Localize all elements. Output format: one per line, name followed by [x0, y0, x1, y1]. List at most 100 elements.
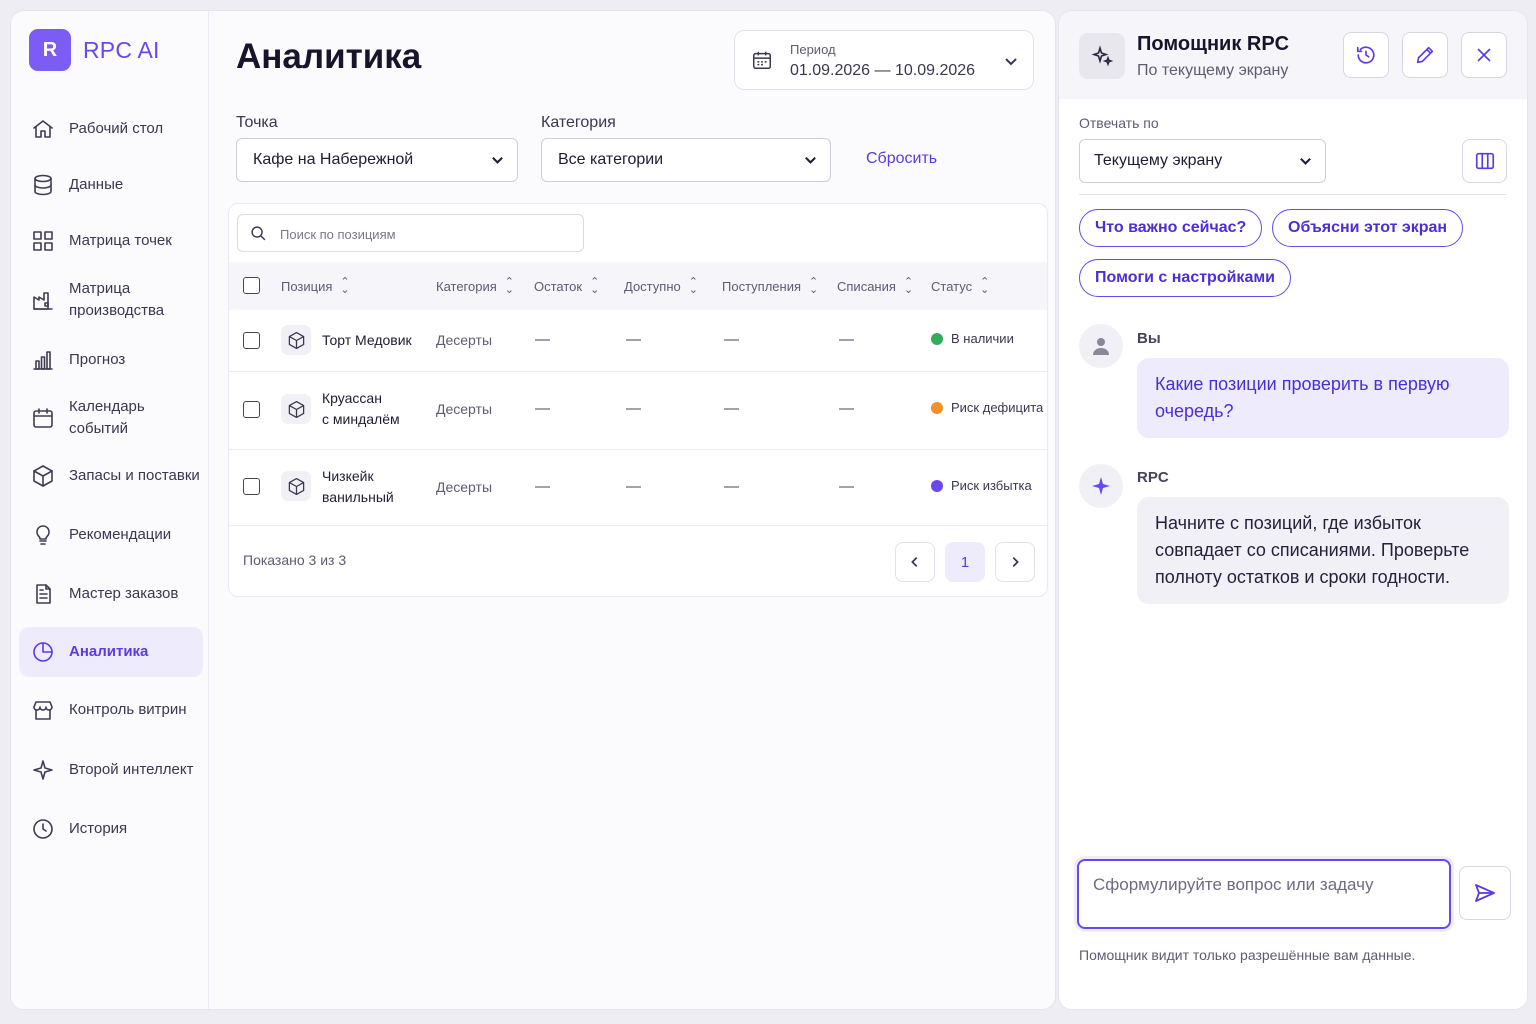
- close-button[interactable]: [1461, 32, 1507, 78]
- logo[interactable]: R RPC AI: [29, 29, 160, 71]
- sidebar-item-label: Рабочий стол: [69, 120, 164, 137]
- chevron-down-icon: [805, 156, 816, 164]
- writeoffs-value: —: [839, 478, 854, 495]
- close-icon: [1477, 48, 1491, 62]
- sidebar-item-analytics[interactable]: Аналитика: [19, 627, 203, 677]
- sidebar-item-points-matrix[interactable]: Матрица точек: [19, 213, 203, 269]
- period-value: 01.09.2026 — 10.09.2026: [790, 62, 976, 79]
- quick-prompt-chip[interactable]: Объясни этот экран: [1272, 209, 1464, 247]
- status-badge: Риск дефицита: [931, 400, 1043, 415]
- sort-icon: ⌃ ⌄: [504, 276, 514, 296]
- answer-by-select[interactable]: Текущему экрану: [1079, 139, 1326, 183]
- status-dot: [931, 401, 943, 414]
- status-badge: Риск избытка: [931, 478, 1032, 493]
- column-header-label: Позиция: [281, 278, 333, 294]
- select-all-checkbox[interactable]: [243, 277, 260, 294]
- reset-filters-link[interactable]: Сбросить: [866, 150, 937, 168]
- sidebar-item-production-matrix[interactable]: Матрица производства: [19, 269, 203, 331]
- search-box[interactable]: [237, 214, 584, 252]
- divider: [1079, 194, 1507, 195]
- position-name-line: Чизкейк: [322, 468, 374, 484]
- app-root: R RPC AI Рабочий стол Данные Матрица точ…: [10, 10, 1528, 1012]
- prompt-input[interactable]: [1093, 875, 1433, 919]
- sidebar-item-label: Аналитика: [69, 643, 149, 660]
- prompt-input-box[interactable]: [1077, 859, 1451, 929]
- sidebar-item-order-wizard[interactable]: Мастер заказов: [19, 565, 203, 623]
- sidebar-item-events-calendar[interactable]: Календарь событий: [19, 389, 203, 447]
- point-select[interactable]: Кафе на Набережной: [236, 138, 518, 182]
- column-header-category[interactable]: Категория ⌃ ⌄: [436, 276, 514, 296]
- prev-page-button[interactable]: [895, 542, 935, 582]
- available-value: —: [626, 331, 641, 348]
- period-picker[interactable]: Период 01.09.2026 — 10.09.2026: [734, 30, 1034, 90]
- position-name: Круассан с миндалём: [322, 388, 400, 430]
- position-category: Десерты: [436, 332, 493, 348]
- sidebar-item-label: Контроль витрин: [69, 701, 187, 718]
- point-select-value: Кафе на Набережной: [253, 151, 414, 168]
- category-select[interactable]: Все категории: [541, 138, 831, 182]
- product-box-icon: [281, 471, 311, 501]
- table-row[interactable]: Торт Медовик Десерты — — — — В наличии: [229, 310, 1047, 372]
- send-icon: [1475, 884, 1495, 902]
- sidebar-item-recommendations[interactable]: Рекомендации: [19, 505, 203, 565]
- history-button[interactable]: [1343, 32, 1389, 78]
- column-header-writeoffs[interactable]: Списания ⌃ ⌄: [837, 277, 913, 296]
- column-header-position[interactable]: Позиция ⌃ ⌄: [281, 277, 350, 296]
- sidebar-item-desktop[interactable]: Рабочий стол: [19, 101, 203, 157]
- answer-by-label: Отвечать по: [1079, 115, 1159, 131]
- positions-table: Позиция ⌃⌄ Категория ⌃⌄ Остаток ⌃⌄ Доступно…: [228, 203, 1048, 597]
- position-name: Чизкейк ванильный: [322, 466, 394, 508]
- sparkle-icon: [1092, 477, 1110, 495]
- sidebar-item-second-intelligence[interactable]: Второй интеллект: [19, 741, 203, 799]
- column-header-stock[interactable]: Остаток ⌃ ⌄: [534, 277, 599, 296]
- table-header: Позиция ⌃ ⌄ Категория ⌃ ⌄ Остаток ⌃ ⌄ Доступно…: [229, 262, 1047, 310]
- chevron-left-icon: [911, 557, 918, 567]
- sort-icon: ⌃ ⌄: [809, 276, 819, 296]
- sidebar-item-label: Прогноз: [69, 351, 126, 368]
- incoming-value: —: [724, 400, 739, 417]
- status-dot: [931, 332, 943, 345]
- column-header-available[interactable]: Доступно ⌃ ⌄: [624, 276, 698, 296]
- product-box-icon: [281, 325, 311, 355]
- send-button[interactable]: [1459, 866, 1511, 920]
- sparkles-icon: [1091, 45, 1114, 67]
- row-checkbox[interactable]: [243, 478, 260, 495]
- chevron-down-icon: [1005, 58, 1017, 66]
- page-button-current[interactable]: 1: [945, 542, 985, 582]
- assistant-message: Начните с позиций, где избыток совпадает…: [1137, 497, 1509, 604]
- pagination-summary: Показано 3 из 3: [243, 552, 347, 568]
- bar-chart-icon: [33, 351, 53, 370]
- layout-toggle-button[interactable]: [1462, 139, 1507, 183]
- quick-prompt-chip[interactable]: Что важно сейчас?: [1079, 209, 1263, 247]
- table-row[interactable]: Круассан с миндалём Десерты — — — — Риск…: [229, 372, 1047, 450]
- message-author: RPC: [1137, 469, 1169, 486]
- storefront-icon: [33, 701, 53, 720]
- next-page-button[interactable]: [995, 542, 1035, 582]
- quick-prompt-chip[interactable]: Помоги с настройками: [1079, 259, 1292, 297]
- column-header-status[interactable]: Статус ⌃ ⌄: [931, 276, 990, 296]
- sidebar-item-stock-supply[interactable]: Запасы и поставки: [19, 447, 203, 505]
- status-text: Риск избытка: [951, 478, 1032, 493]
- sidebar-item-showcase-control[interactable]: Контроль витрин: [19, 681, 203, 739]
- sidebar-item-data[interactable]: Данные: [19, 157, 203, 213]
- search-input[interactable]: [280, 223, 570, 245]
- box-icon: [33, 465, 53, 487]
- stock-value: —: [535, 478, 550, 495]
- table-row[interactable]: Чизкейк ванильный Десерты — — — — Риск и…: [229, 450, 1047, 526]
- row-checkbox[interactable]: [243, 332, 260, 349]
- column-header-incoming[interactable]: Поступления ⌃ ⌄: [722, 276, 819, 296]
- writeoffs-value: —: [839, 331, 854, 348]
- sort-icon: ⌃ ⌄: [980, 276, 990, 296]
- history-icon: [1356, 46, 1375, 64]
- point-filter-label: Точка: [236, 114, 278, 131]
- columns-icon: [1475, 152, 1494, 170]
- sidebar-item-forecast[interactable]: Прогноз: [19, 331, 203, 389]
- edit-button[interactable]: [1402, 32, 1448, 78]
- row-checkbox[interactable]: [243, 401, 260, 418]
- document-icon: [36, 584, 51, 604]
- sidebar-item-history[interactable]: История: [19, 799, 203, 859]
- privacy-note: Помощник видит только разрешённые вам да…: [1079, 947, 1416, 963]
- position-name: Торт Медовик: [322, 332, 412, 348]
- sort-icon: ⌃ ⌄: [688, 276, 698, 296]
- chevron-right-icon: [1012, 557, 1019, 567]
